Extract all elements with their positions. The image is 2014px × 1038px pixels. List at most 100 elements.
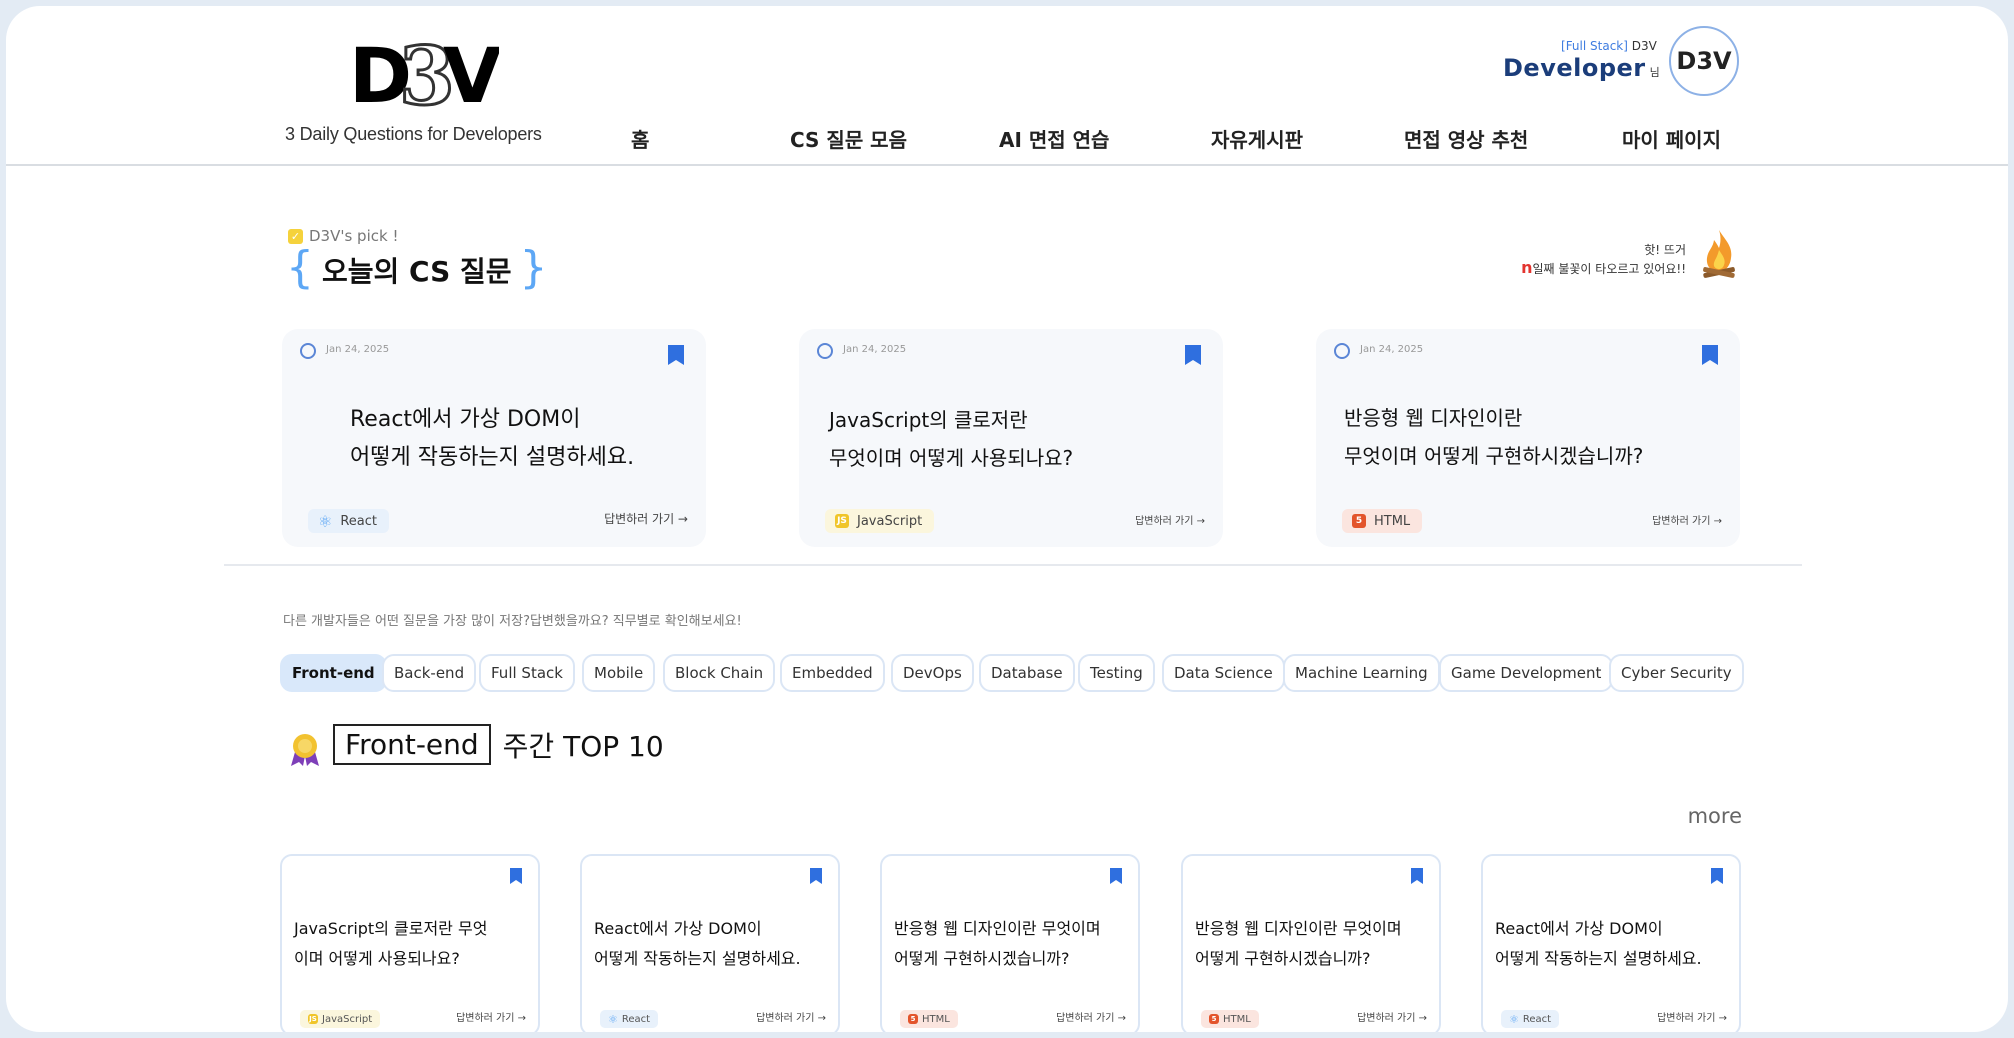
site-logo[interactable]: D 3 V	[349, 28, 502, 125]
bookmark-icon[interactable]	[810, 868, 822, 884]
card-question: 반응형 웹 디자인이란 무엇이며 어떻게 구현하시겠습니까?	[1344, 399, 1643, 475]
chip-machine-learning[interactable]: Machine Learning	[1283, 654, 1440, 692]
question-line2: 무엇이며 어떻게 사용되나요?	[829, 446, 1074, 470]
answer-link[interactable]: 답변하러 가기 →	[1056, 1009, 1126, 1024]
nav-interview-videos[interactable]: 면접 영상 추천	[1404, 124, 1528, 153]
chip-database[interactable]: Database	[979, 654, 1075, 692]
ranking-title-suffix: 주간 TOP 10	[502, 729, 664, 763]
chip-devops[interactable]: DevOps	[891, 654, 974, 692]
fire-icon	[1703, 230, 1735, 278]
tag-html: 5 HTML	[1201, 1010, 1259, 1028]
streak-line2: 일째 불꽃이 타오르고 있어요!!	[1532, 262, 1686, 276]
section-title-today: { 오늘의 CS 질문 }	[286, 246, 548, 290]
nav-cs-questions[interactable]: CS 질문 모음	[790, 124, 907, 153]
tag-react: ⚛ React	[308, 509, 390, 533]
medal-icon	[291, 734, 319, 766]
nav-ai-interview[interactable]: AI 면접 연습	[999, 124, 1109, 153]
html5-icon: 5	[1209, 1014, 1219, 1024]
bookmark-icon[interactable]	[1711, 868, 1723, 884]
chip-game-development[interactable]: Game Development	[1439, 654, 1614, 692]
card-question: React에서 가상 DOM이 어떻게 작동하는지 설명하세요.	[594, 914, 834, 974]
chip-mobile[interactable]: Mobile	[582, 654, 656, 692]
profile-nickname[interactable]: Developer 님	[1503, 54, 1660, 82]
answer-link[interactable]: 답변하러 가기 →	[756, 1009, 826, 1024]
question-line2: 어떻게 작동하는지 설명하세요.	[594, 949, 801, 968]
site-tagline: 3 Daily Questions for Developers	[285, 124, 542, 144]
tag-label: HTML	[1223, 1013, 1251, 1025]
question-line2: 무엇이며 어떻게 구현하시겠습니까?	[1344, 444, 1644, 468]
bookmark-icon[interactable]	[510, 868, 522, 884]
top-question-card[interactable]: 반응형 웹 디자인이란 무엇이며 어떻게 구현하시겠습니까? 5 HTML 답변…	[1181, 854, 1441, 1032]
chip-block-chain[interactable]: Block Chain	[663, 654, 776, 692]
nav-home[interactable]: 홈	[631, 124, 649, 153]
answer-link[interactable]: 답변하러 가기 →	[1357, 1009, 1427, 1024]
app-window: D 3 V 3 Daily Questions for Developers 홈…	[6, 6, 2008, 1032]
chip-cyber-security[interactable]: Cyber Security	[1609, 654, 1744, 692]
calendar-icon	[300, 343, 316, 359]
chip-back-end[interactable]: Back-end	[382, 654, 477, 692]
top-question-card[interactable]: 반응형 웹 디자인이란 무엇이며 어떻게 구현하시겠습니까? 5 HTML 답변…	[880, 854, 1140, 1032]
answer-link[interactable]: 답변하러 가기 →	[1657, 1009, 1727, 1024]
bookmark-icon[interactable]	[1110, 868, 1122, 884]
top-question-card[interactable]: React에서 가상 DOM이 어떻게 작동하는지 설명하세요. ⚛ React…	[1481, 854, 1741, 1032]
question-line1: 반응형 웹 디자인이란 무엇이며	[1195, 919, 1402, 938]
react-icon: ⚛	[608, 1012, 618, 1026]
tag-javascript: JS JavaScript	[825, 509, 935, 533]
selected-category: Front-end	[333, 724, 491, 765]
streak-line1: 핫! 뜨거	[1644, 243, 1686, 257]
bookmark-icon[interactable]	[668, 345, 684, 365]
tag-label: HTML	[922, 1013, 950, 1025]
pick-label-text: D3V's pick !	[309, 227, 399, 245]
streak-message: 핫! 뜨거 n일째 불꽃이 타오르고 있어요!!	[1521, 241, 1686, 278]
top-question-card[interactable]: React에서 가상 DOM이 어떻게 작동하는지 설명하세요. ⚛ React…	[580, 854, 840, 1032]
question-line2: 어떻게 작동하는지 설명하세요.	[350, 445, 635, 470]
answer-link[interactable]: 답변하러 가기 →	[1135, 512, 1205, 527]
answer-link[interactable]: 답변하러 가기 →	[456, 1009, 526, 1024]
chip-data-science[interactable]: Data Science	[1162, 654, 1285, 692]
chip-embedded[interactable]: Embedded	[780, 654, 885, 692]
react-icon: ⚛	[318, 511, 333, 531]
nav-free-board[interactable]: 자유게시판	[1211, 124, 1303, 153]
today-question-card[interactable]: Jan 24, 2025 JavaScript의 클로저란 무엇이며 어떻게 사…	[799, 329, 1223, 547]
tag-react: ⚛ React	[1501, 1010, 1560, 1028]
more-link[interactable]: more	[1688, 804, 1742, 828]
html5-icon: 5	[908, 1014, 918, 1024]
today-question-card[interactable]: Jan 24, 2025 반응형 웹 디자인이란 무엇이며 어떻게 구현하시겠습…	[1316, 329, 1740, 547]
card-date: Jan 24, 2025	[1360, 344, 1424, 355]
chip-testing[interactable]: Testing	[1078, 654, 1155, 692]
question-line1: React에서 가상 DOM이	[350, 407, 581, 432]
today-question-card[interactable]: Jan 24, 2025 React에서 가상 DOM이 어떻게 작동하는지 설…	[282, 329, 706, 547]
card-question: 반응형 웹 디자인이란 무엇이며 어떻게 구현하시겠습니까?	[894, 914, 1134, 974]
chip-front-end[interactable]: Front-end	[280, 654, 387, 692]
answer-link[interactable]: 답변하러 가기 →	[604, 510, 688, 527]
avatar[interactable]: D3V	[1669, 26, 1739, 96]
javascript-icon: JS	[308, 1014, 318, 1024]
tag-label: JavaScript	[322, 1013, 373, 1025]
today-title-text: 오늘의 CS 질문	[322, 255, 512, 288]
calendar-icon	[817, 343, 833, 359]
honorific: 님	[1649, 66, 1661, 79]
answer-link[interactable]: 답변하러 가기 →	[1652, 512, 1722, 527]
question-line2: 이며 어떻게 사용되나요?	[294, 949, 460, 968]
svg-text:V: V	[443, 31, 499, 112]
bookmark-icon[interactable]	[1702, 345, 1718, 365]
question-line2: 어떻게 구현하시겠습니까?	[1195, 949, 1371, 968]
question-line1: 반응형 웹 디자인이란	[1344, 406, 1523, 430]
brace-left-icon: {	[286, 242, 314, 293]
question-line1: 반응형 웹 디자인이란 무엇이며	[894, 919, 1101, 938]
profile-site: D3V	[1631, 39, 1657, 53]
tag-label: React	[1522, 1013, 1552, 1025]
top-question-card[interactable]: JavaScript의 클로저란 무엇 이며 어떻게 사용되나요? JS Jav…	[280, 854, 540, 1032]
tag-html: 5 HTML	[1342, 509, 1423, 533]
question-line1: JavaScript의 클로저란 무엇	[294, 919, 488, 938]
html5-icon: 5	[1352, 514, 1366, 528]
react-icon: ⚛	[1509, 1012, 1519, 1026]
card-date: Jan 24, 2025	[843, 344, 907, 355]
chip-full-stack[interactable]: Full Stack	[479, 654, 575, 692]
bookmark-icon[interactable]	[1185, 345, 1201, 365]
bookmark-icon[interactable]	[1411, 868, 1423, 884]
card-question: 반응형 웹 디자인이란 무엇이며 어떻게 구현하시겠습니까?	[1195, 914, 1435, 974]
nav-my-page[interactable]: 마이 페이지	[1622, 124, 1721, 153]
card-question: React에서 가상 DOM이 어떻게 작동하는지 설명하세요.	[1495, 914, 1735, 974]
question-line2: 어떻게 구현하시겠습니까?	[894, 949, 1070, 968]
